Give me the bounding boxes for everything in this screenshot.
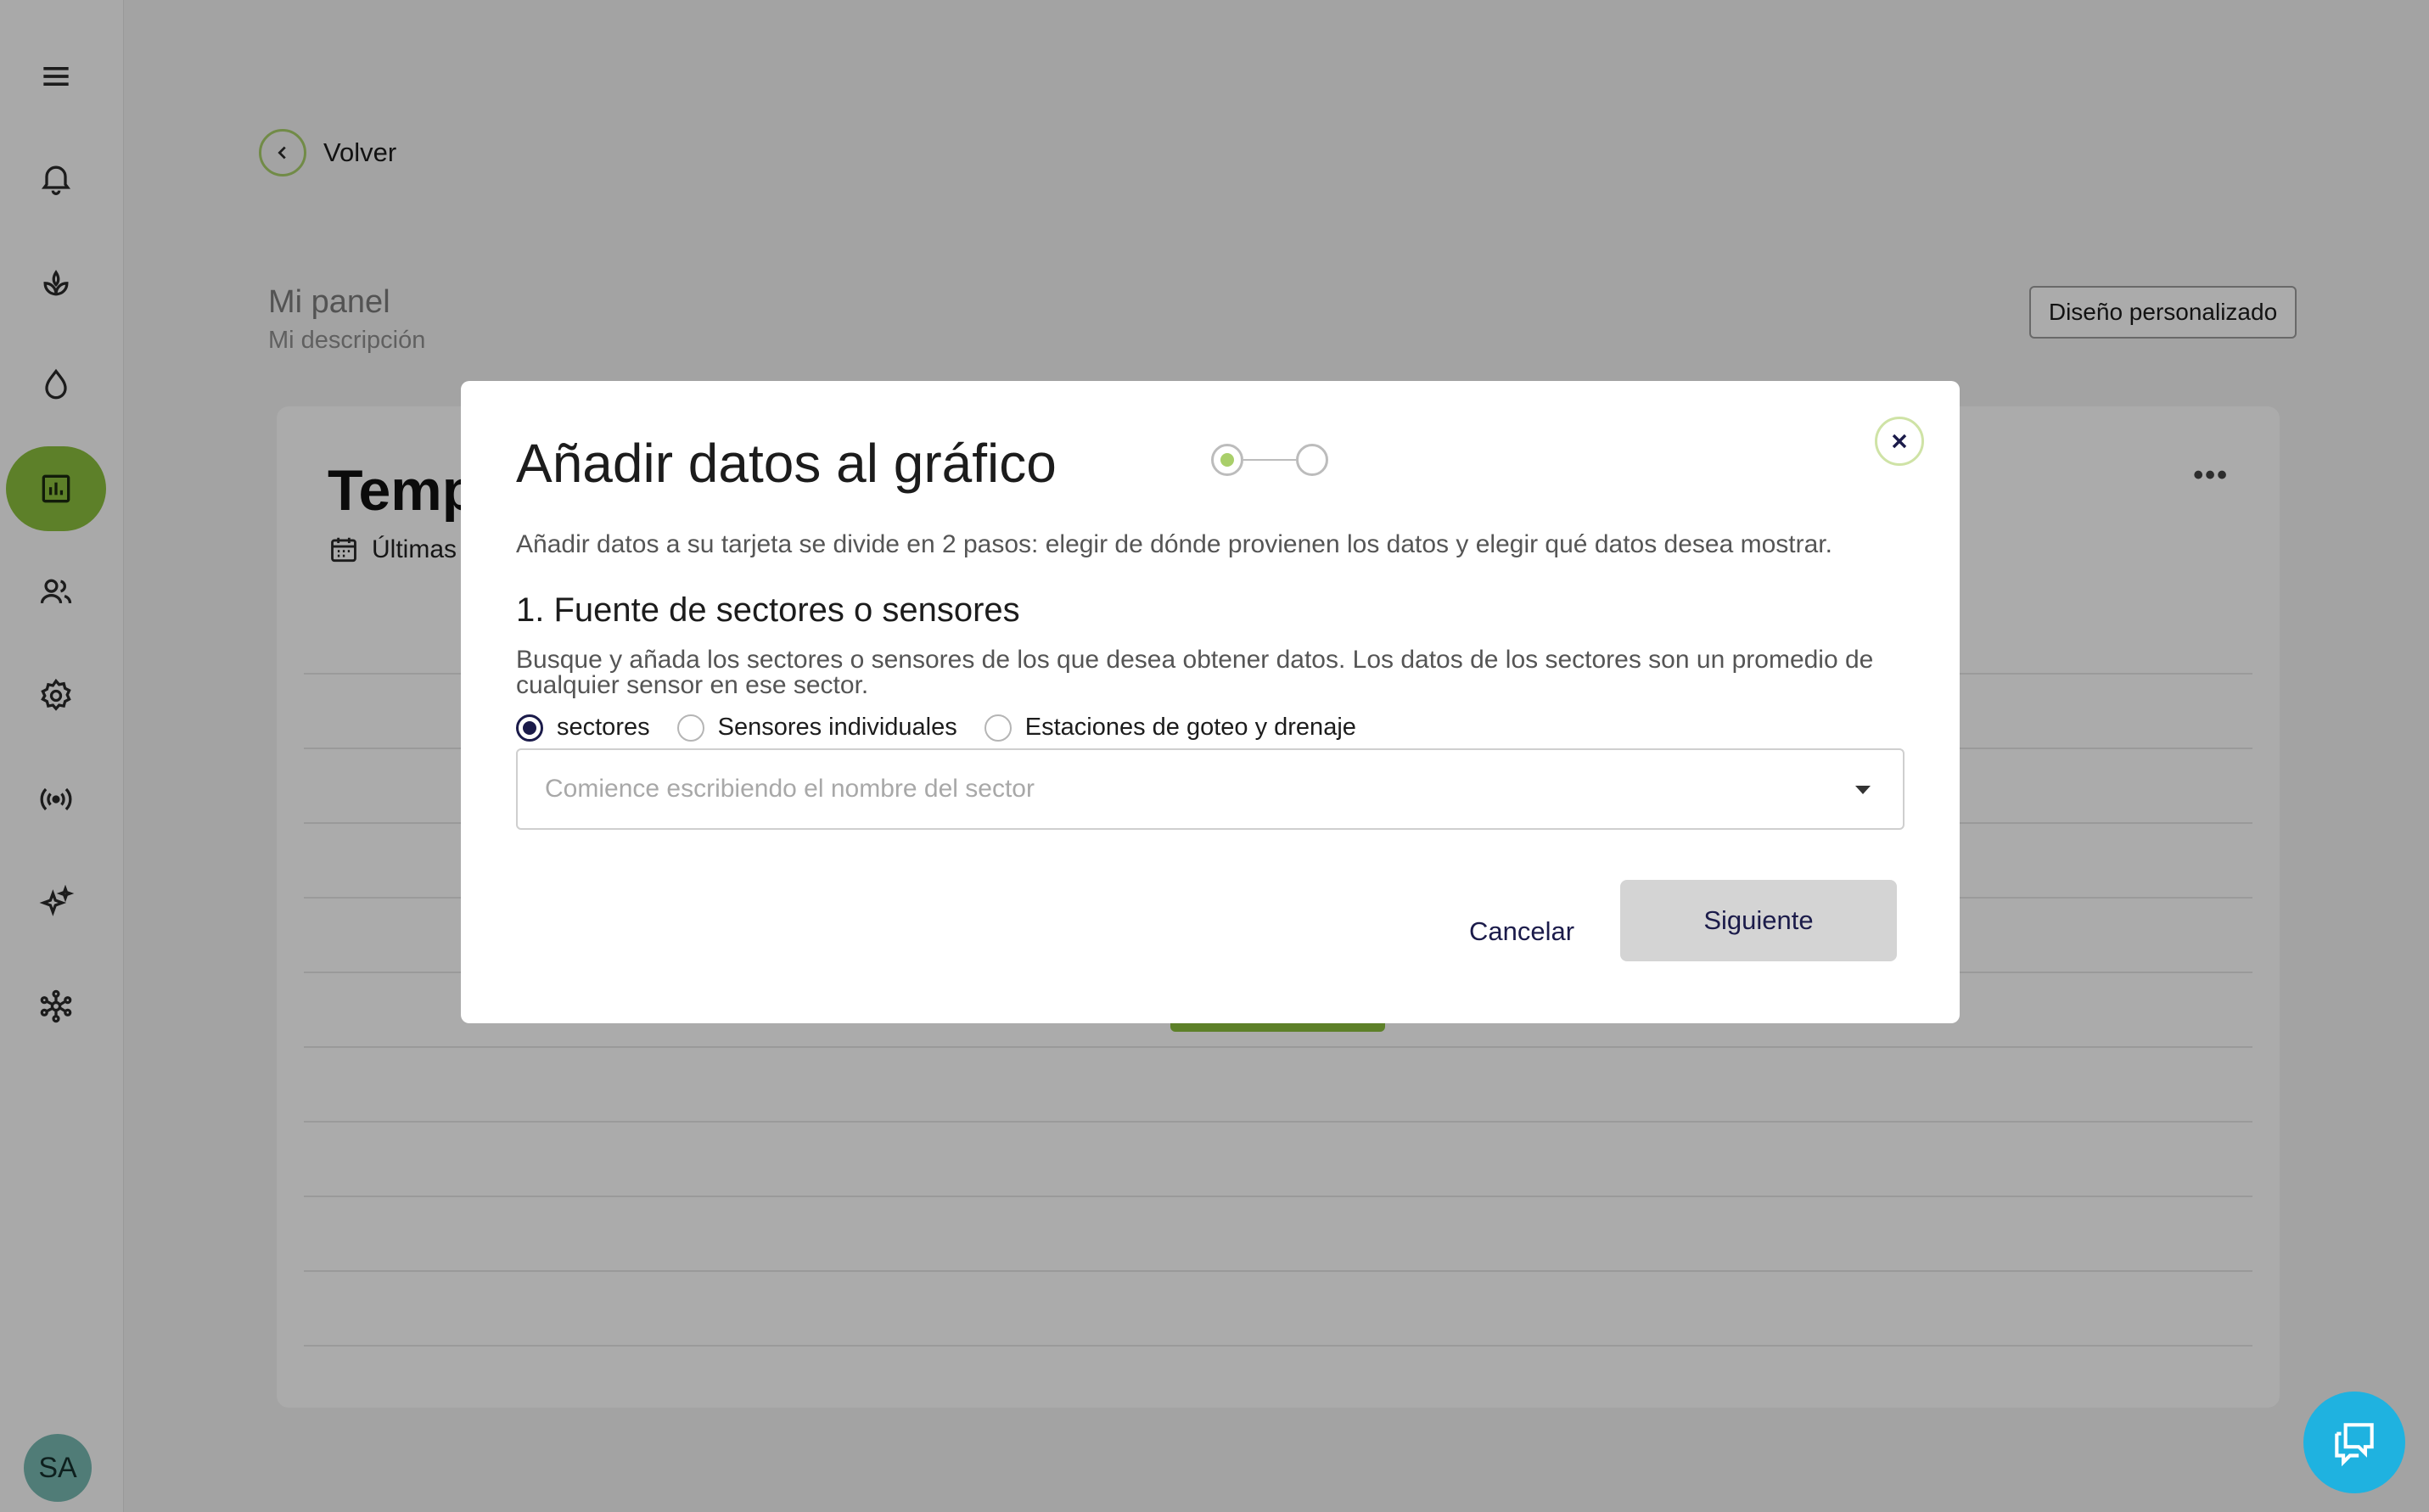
radio-label: sectores	[557, 714, 650, 741]
sector-search-select[interactable]: Comience escribiendo el nombre del secto…	[516, 748, 1904, 830]
select-placeholder: Comience escribiendo el nombre del secto…	[545, 775, 1035, 803]
close-icon	[1892, 434, 1907, 449]
cancel-button[interactable]: Cancelar	[1437, 902, 1607, 961]
section-title: 1. Fuente de sectores o sensores	[516, 591, 1020, 629]
radio-sectors[interactable]: sectores	[516, 714, 650, 742]
radio-checked-icon	[516, 714, 543, 742]
caret-down-icon	[1855, 786, 1871, 794]
section-description: Busque y añada los sectores o sensores d…	[516, 646, 1874, 699]
close-button[interactable]	[1875, 417, 1924, 466]
step-1-indicator	[1211, 444, 1243, 476]
radio-label: Estaciones de goteo y drenaje	[1024, 714, 1356, 741]
step-connector	[1243, 459, 1296, 461]
radio-label: Sensores individuales	[717, 714, 957, 741]
dialog-intro: Añadir datos a su tarjeta se divide en 2…	[516, 530, 1832, 558]
radio-unchecked-icon	[984, 714, 1012, 742]
source-radio-group: sectores Sensores individuales Estacione…	[516, 714, 1383, 742]
next-button[interactable]: Siguiente	[1620, 880, 1897, 961]
radio-unchecked-icon	[676, 714, 704, 742]
add-data-dialog: Añadir datos al gráfico Añadir datos a s…	[461, 381, 1960, 1023]
step-indicator	[1211, 444, 1328, 476]
radio-drip-drain-stations[interactable]: Estaciones de goteo y drenaje	[984, 714, 1356, 742]
chat-support-button[interactable]	[2303, 1392, 2405, 1493]
dialog-title: Añadir datos al gráfico	[516, 433, 1057, 494]
chat-icon	[2335, 1423, 2374, 1467]
radio-individual-sensors[interactable]: Sensores individuales	[676, 714, 957, 742]
step-2-indicator	[1296, 444, 1328, 476]
